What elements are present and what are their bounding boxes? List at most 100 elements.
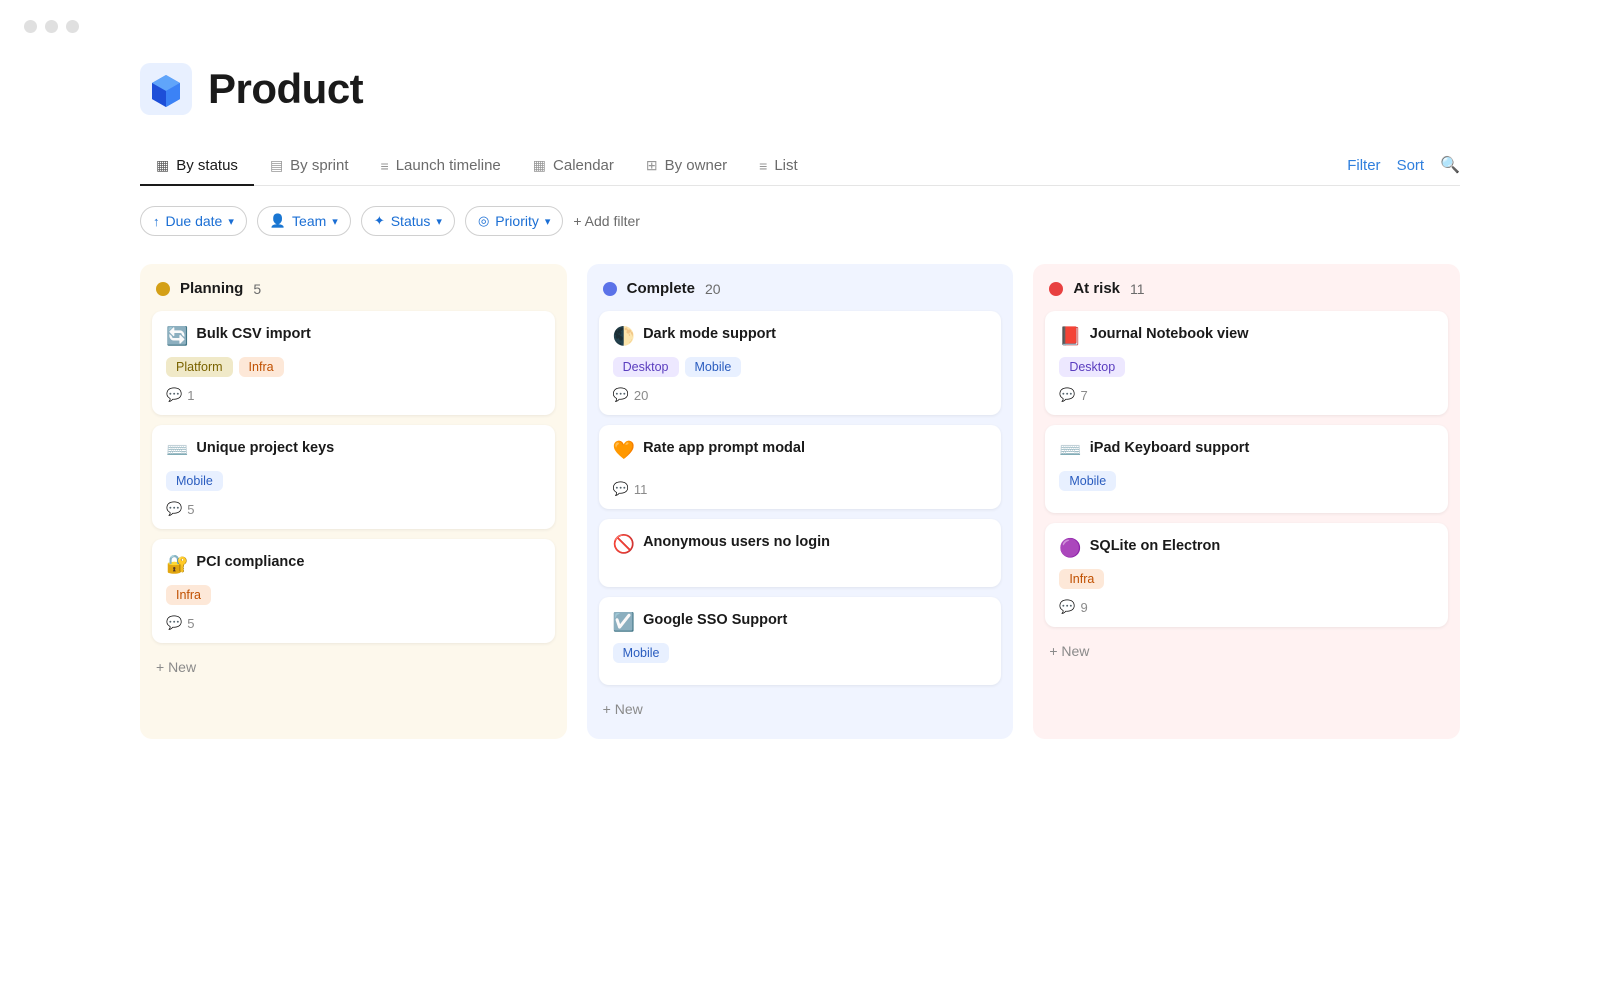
traffic-light-red[interactable] bbox=[24, 20, 37, 33]
traffic-lights bbox=[0, 0, 1600, 43]
list-icon: ≡ bbox=[759, 158, 767, 174]
bulk-csv-title: Bulk CSV import bbox=[196, 325, 310, 345]
team-chevron: ▾ bbox=[332, 215, 338, 228]
planning-new-button[interactable]: + New bbox=[152, 653, 555, 681]
pci-title: PCI compliance bbox=[196, 553, 304, 573]
dark-mode-title: Dark mode support bbox=[643, 325, 776, 345]
journal-icon: 📕 bbox=[1059, 326, 1081, 347]
filter-team[interactable]: 👤 Team ▾ bbox=[257, 206, 351, 236]
comment-icon: 💬 bbox=[166, 615, 182, 631]
team-icon: 👤 bbox=[270, 213, 286, 229]
comment-icon: 💬 bbox=[166, 387, 182, 403]
google-sso-title: Google SSO Support bbox=[643, 611, 787, 631]
bulk-csv-comments: 💬 1 bbox=[166, 387, 541, 403]
card-title-row: 🔄 Bulk CSV import bbox=[166, 325, 541, 347]
card-title-row: ⌨️ iPad Keyboard support bbox=[1059, 439, 1434, 461]
tag-mobile[interactable]: Mobile bbox=[613, 643, 670, 663]
ipad-keyboard-title: iPad Keyboard support bbox=[1090, 439, 1250, 459]
dark-mode-icon: 🌓 bbox=[613, 326, 635, 347]
card-google-sso: ☑️ Google SSO Support Mobile bbox=[599, 597, 1002, 685]
col-header-at-risk: At risk 11 bbox=[1045, 280, 1448, 297]
google-sso-icon: ☑️ bbox=[613, 612, 635, 633]
dot-at-risk bbox=[1049, 282, 1063, 296]
search-button[interactable]: 🔍 bbox=[1440, 155, 1460, 175]
filter-due-date[interactable]: ↑ Due date ▾ bbox=[140, 206, 247, 236]
unique-keys-title: Unique project keys bbox=[196, 439, 334, 459]
anonymous-title: Anonymous users no login bbox=[643, 533, 830, 553]
add-filter-button[interactable]: + Add filter bbox=[573, 213, 640, 229]
tag-desktop[interactable]: Desktop bbox=[1059, 357, 1125, 377]
tag-mobile[interactable]: Mobile bbox=[166, 471, 223, 491]
column-complete: Complete 20 🌓 Dark mode support Desktop … bbox=[587, 264, 1014, 739]
card-journal-notebook: 📕 Journal Notebook view Desktop 💬 7 bbox=[1045, 311, 1448, 415]
card-title-row: 🌓 Dark mode support bbox=[613, 325, 988, 347]
filter-priority[interactable]: ◎ Priority ▾ bbox=[465, 206, 563, 236]
due-date-icon: ↑ bbox=[153, 214, 160, 229]
product-icon bbox=[140, 63, 192, 115]
comment-icon: 💬 bbox=[613, 481, 629, 497]
rate-app-comments: 💬 11 bbox=[613, 481, 988, 497]
filters-bar: ↑ Due date ▾ 👤 Team ▾ ✦ Status ▾ ◎ Prior… bbox=[140, 206, 1460, 236]
calendar-icon: ▦ bbox=[533, 157, 546, 174]
traffic-light-yellow[interactable] bbox=[45, 20, 58, 33]
rate-app-icon: 🧡 bbox=[613, 440, 635, 461]
at-risk-new-button[interactable]: + New bbox=[1045, 637, 1448, 665]
card-title-row: 🚫 Anonymous users no login bbox=[613, 533, 988, 555]
card-rate-app: 🧡 Rate app prompt modal 💬 11 bbox=[599, 425, 1002, 509]
pci-tags: Infra bbox=[166, 585, 541, 605]
tag-infra[interactable]: Infra bbox=[239, 357, 284, 377]
journal-comments: 💬 7 bbox=[1059, 387, 1434, 403]
col-header-complete: Complete 20 bbox=[599, 280, 1002, 297]
journal-tags: Desktop bbox=[1059, 357, 1434, 377]
tag-infra[interactable]: Infra bbox=[166, 585, 211, 605]
card-bulk-csv-import: 🔄 Bulk CSV import Platform Infra 💬 1 bbox=[152, 311, 555, 415]
column-planning: Planning 5 🔄 Bulk CSV import Platform In… bbox=[140, 264, 567, 739]
tag-infra[interactable]: Infra bbox=[1059, 569, 1104, 589]
col-count-complete: 20 bbox=[705, 281, 721, 297]
board: Planning 5 🔄 Bulk CSV import Platform In… bbox=[140, 264, 1460, 739]
tab-calendar[interactable]: ▦ Calendar bbox=[517, 147, 630, 186]
journal-title: Journal Notebook view bbox=[1090, 325, 1249, 345]
sqlite-tags: Infra bbox=[1059, 569, 1434, 589]
tab-list[interactable]: ≡ List bbox=[743, 147, 814, 186]
tab-launch-timeline[interactable]: ≡ Launch timeline bbox=[365, 147, 517, 186]
card-title-row: 🟣 SQLite on Electron bbox=[1059, 537, 1434, 559]
card-unique-project-keys: ⌨️ Unique project keys Mobile 💬 5 bbox=[152, 425, 555, 529]
tab-by-owner[interactable]: ⊞ By owner bbox=[630, 147, 743, 186]
tag-mobile[interactable]: Mobile bbox=[685, 357, 742, 377]
card-title-row: 🔐 PCI compliance bbox=[166, 553, 541, 575]
tag-mobile[interactable]: Mobile bbox=[1059, 471, 1116, 491]
tab-by-status[interactable]: ▦ By status bbox=[140, 147, 254, 186]
comment-icon: 💬 bbox=[166, 501, 182, 517]
card-title-row: 📕 Journal Notebook view bbox=[1059, 325, 1434, 347]
card-title-row: 🧡 Rate app prompt modal bbox=[613, 439, 988, 461]
complete-new-button[interactable]: + New bbox=[599, 695, 1002, 723]
rate-app-title: Rate app prompt modal bbox=[643, 439, 805, 459]
tabs-bar: ▦ By status ▤ By sprint ≡ Launch timelin… bbox=[140, 147, 1460, 186]
sort-button[interactable]: Sort bbox=[1397, 157, 1425, 174]
pci-comments: 💬 5 bbox=[166, 615, 541, 631]
sqlite-title: SQLite on Electron bbox=[1090, 537, 1221, 557]
col-title-at-risk: At risk bbox=[1073, 280, 1120, 297]
tag-platform[interactable]: Platform bbox=[166, 357, 233, 377]
filter-button[interactable]: Filter bbox=[1347, 157, 1380, 174]
filter-status[interactable]: ✦ Status ▾ bbox=[361, 206, 455, 236]
unique-keys-comments: 💬 5 bbox=[166, 501, 541, 517]
page-header: Product bbox=[140, 63, 1460, 115]
google-sso-tags: Mobile bbox=[613, 643, 988, 663]
tab-by-sprint[interactable]: ▤ By sprint bbox=[254, 147, 365, 186]
card-sqlite-electron: 🟣 SQLite on Electron Infra 💬 9 bbox=[1045, 523, 1448, 627]
tag-desktop[interactable]: Desktop bbox=[613, 357, 679, 377]
unique-keys-icon: ⌨️ bbox=[166, 440, 188, 461]
col-count-at-risk: 11 bbox=[1130, 281, 1145, 297]
priority-icon: ◎ bbox=[478, 213, 489, 229]
page-title: Product bbox=[208, 65, 363, 113]
card-ipad-keyboard: ⌨️ iPad Keyboard support Mobile bbox=[1045, 425, 1448, 513]
column-at-risk: At risk 11 📕 Journal Notebook view Deskt… bbox=[1033, 264, 1460, 739]
card-title-row: ⌨️ Unique project keys bbox=[166, 439, 541, 461]
status-chevron: ▾ bbox=[436, 215, 442, 228]
ipad-keyboard-icon: ⌨️ bbox=[1059, 440, 1081, 461]
traffic-light-green[interactable] bbox=[66, 20, 79, 33]
bulk-csv-icon: 🔄 bbox=[166, 326, 188, 347]
card-dark-mode: 🌓 Dark mode support Desktop Mobile 💬 20 bbox=[599, 311, 1002, 415]
